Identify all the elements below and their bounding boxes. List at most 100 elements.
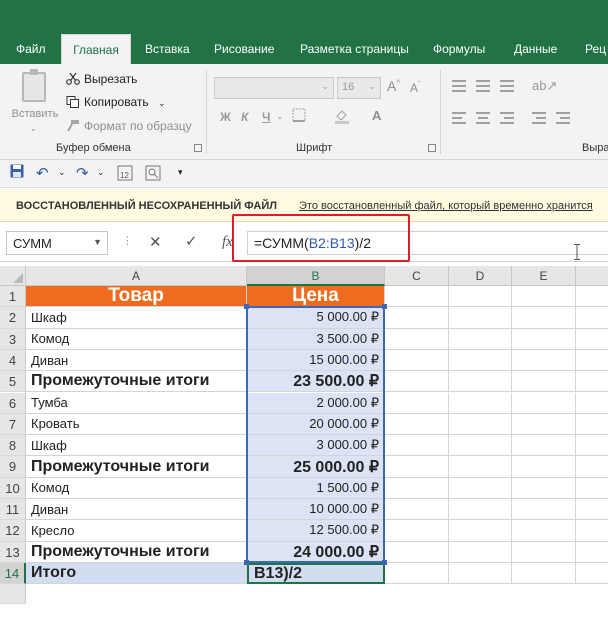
cell-a11[interactable]: Диван xyxy=(26,499,247,521)
row-header-15[interactable] xyxy=(0,584,26,605)
tab-file[interactable]: Файл xyxy=(16,42,46,56)
cell-f9[interactable] xyxy=(576,456,608,478)
cell-c1[interactable] xyxy=(385,286,449,308)
cell-f3[interactable] xyxy=(576,329,608,350)
chevron-down-icon[interactable]: ⌄ xyxy=(158,98,166,108)
align-right-button[interactable] xyxy=(500,112,514,124)
cell-c5[interactable] xyxy=(385,371,449,393)
cell-d9[interactable] xyxy=(449,456,512,478)
row-header-4[interactable]: 4 xyxy=(0,349,26,372)
column-header-f[interactable] xyxy=(576,266,608,286)
cell-e4[interactable] xyxy=(512,349,576,372)
enter-icon[interactable]: ✓ xyxy=(185,232,198,256)
align-top-button[interactable] xyxy=(452,80,466,92)
cell-f11[interactable] xyxy=(576,499,608,521)
cell-b4[interactable]: 15 000.00 ₽ xyxy=(247,349,385,372)
cell-b8[interactable]: 3 000.00 ₽ xyxy=(247,435,385,457)
row-header-7[interactable]: 7 xyxy=(0,413,26,436)
cell-e12[interactable] xyxy=(512,520,576,542)
column-header-b[interactable]: B xyxy=(247,266,385,286)
undo-button[interactable]: ↶ xyxy=(36,164,49,182)
cell-c13[interactable] xyxy=(385,541,449,563)
cell-a7[interactable]: Кровать xyxy=(26,413,247,436)
row-header-3[interactable]: 3 xyxy=(0,328,26,350)
range-resize-handle[interactable] xyxy=(382,304,387,310)
tab-review[interactable]: Рец xyxy=(585,42,606,56)
cell-f1[interactable] xyxy=(576,286,608,308)
tab-draw[interactable]: Рисование xyxy=(214,42,274,56)
cell-d12[interactable] xyxy=(449,520,512,542)
cell-f5[interactable] xyxy=(576,371,608,393)
cell-b7[interactable]: 20 000.00 ₽ xyxy=(247,413,385,436)
cell-f13[interactable] xyxy=(576,542,608,563)
row-header-5[interactable]: 5 xyxy=(0,371,26,393)
cell-d7[interactable] xyxy=(449,413,512,436)
cell-c14[interactable] xyxy=(385,562,449,585)
cell-b12[interactable]: 12 500.00 ₽ xyxy=(247,520,385,542)
cell-f4[interactable] xyxy=(576,350,608,372)
cell-a6[interactable]: Тумба xyxy=(26,392,247,414)
cell-c10[interactable] xyxy=(385,477,449,499)
cell-b10[interactable]: 1 500.00 ₽ xyxy=(247,477,385,499)
cell-b9[interactable]: 25 000.00 ₽ xyxy=(247,456,385,478)
cell-a12[interactable]: Кресло xyxy=(26,520,247,542)
cell-a8[interactable]: Шкаф xyxy=(26,435,247,457)
cell-a3[interactable]: Комод xyxy=(26,328,247,350)
customize-toolbar-icon[interactable]: ▾ xyxy=(178,167,183,178)
cell-f12[interactable] xyxy=(576,520,608,542)
cell-b13[interactable]: 24 000.00 ₽ xyxy=(247,541,385,563)
cell-e6[interactable] xyxy=(512,392,576,414)
cell-a1[interactable]: Товар xyxy=(26,286,247,308)
row-header-14[interactable]: 14 xyxy=(0,562,26,585)
cell-a13[interactable]: Промежуточные итоги xyxy=(26,541,247,563)
print-preview-button[interactable] xyxy=(145,165,161,184)
cell-f2[interactable] xyxy=(576,307,608,329)
cell-b11[interactable]: 10 000.00 ₽ xyxy=(247,499,385,521)
cell-b5[interactable]: 23 500.00 ₽ xyxy=(247,371,385,393)
range-resize-handle[interactable] xyxy=(244,559,249,565)
cell-c8[interactable] xyxy=(385,435,449,457)
cell-c12[interactable] xyxy=(385,520,449,542)
cell-c11[interactable] xyxy=(385,499,449,521)
cell-e2[interactable] xyxy=(512,307,576,329)
cell-f6[interactable] xyxy=(576,393,608,414)
select-all-button[interactable] xyxy=(0,266,26,286)
cell-a14[interactable]: Итого xyxy=(26,562,247,585)
cell-c2[interactable] xyxy=(385,307,449,329)
cell-a2[interactable]: Шкаф xyxy=(26,307,247,329)
underline-button[interactable]: Ч xyxy=(262,110,270,124)
cell-d6[interactable] xyxy=(449,392,512,414)
row-header-9[interactable]: 9 xyxy=(0,456,26,478)
cell-b3[interactable]: 3 500.00 ₽ xyxy=(247,328,385,350)
cell-e13[interactable] xyxy=(512,541,576,563)
range-resize-handle[interactable] xyxy=(382,559,387,565)
italic-button[interactable]: К xyxy=(241,110,248,124)
tab-home[interactable]: Главная xyxy=(61,34,131,64)
copy-button[interactable]: Копировать ⌄ xyxy=(66,95,166,109)
format-painter-button[interactable]: Формат по образцу xyxy=(66,119,192,133)
column-header-a[interactable]: A xyxy=(26,266,247,286)
cell-b1[interactable]: Цена xyxy=(247,286,385,308)
cell-d8[interactable] xyxy=(449,435,512,457)
tab-data[interactable]: Данные xyxy=(514,42,557,56)
column-header-c[interactable]: C xyxy=(385,266,449,286)
save-button[interactable] xyxy=(10,164,24,181)
cell-f14[interactable] xyxy=(576,563,608,585)
cell-e9[interactable] xyxy=(512,456,576,478)
bold-button[interactable]: Ж xyxy=(220,110,231,124)
cell-d3[interactable] xyxy=(449,328,512,350)
column-header-d[interactable]: D xyxy=(449,266,512,286)
cell-e1[interactable] xyxy=(512,286,576,308)
cell-a5[interactable]: Промежуточные итоги xyxy=(26,371,247,393)
cell-f7[interactable] xyxy=(576,414,608,436)
cell-e10[interactable] xyxy=(512,477,576,499)
cell-b2[interactable]: 5 000.00 ₽ xyxy=(247,307,385,329)
sort-button[interactable]: 12 xyxy=(117,165,133,184)
cell-d5[interactable] xyxy=(449,371,512,393)
tab-insert[interactable]: Вставка xyxy=(145,42,190,56)
cell-c3[interactable] xyxy=(385,328,449,350)
chevron-down-icon[interactable]: ⌄ xyxy=(97,167,105,178)
cell-a9[interactable]: Промежуточные итоги xyxy=(26,456,247,478)
cell-d2[interactable] xyxy=(449,307,512,329)
cell-f8[interactable] xyxy=(576,435,608,457)
